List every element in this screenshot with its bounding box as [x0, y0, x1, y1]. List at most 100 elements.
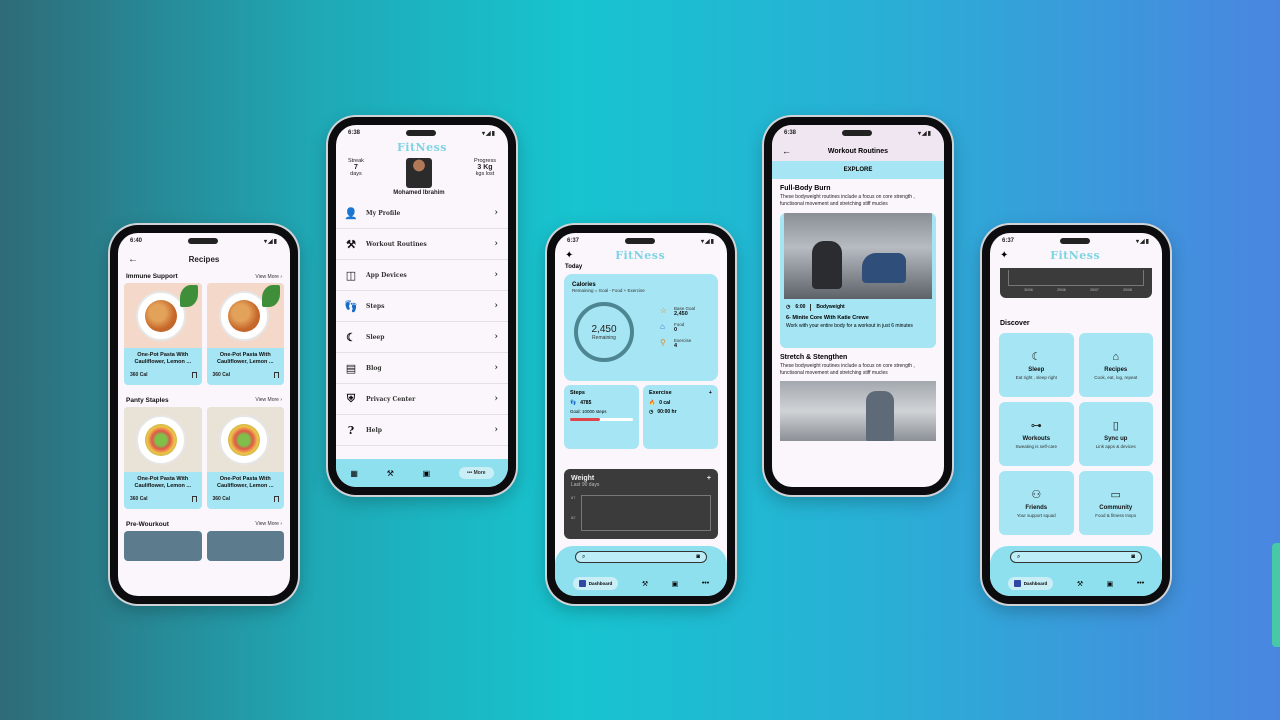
streak-stat: Streak 7 days [348, 158, 364, 177]
profile-screen: 6:38 ▾◢▮ FitNess Streak 7 days Mohamed I… [336, 125, 508, 487]
page-title: Workout Routines [827, 147, 889, 155]
status-bar: 6:40 ▾◢▮ [118, 233, 290, 249]
bookmark-icon[interactable] [274, 495, 279, 502]
weight-subtitle: Last 90 days [571, 482, 600, 488]
app-bar: ← Workout Routines [772, 141, 944, 161]
more-button[interactable]: ••• More [458, 467, 494, 479]
calendar-icon[interactable]: ▣ [423, 469, 431, 478]
bookmark-icon[interactable] [191, 495, 197, 502]
dashboard-icon [578, 580, 586, 587]
recipe-image [124, 530, 202, 561]
menu-item-app-devices[interactable]: ◫ App Devices › [336, 260, 508, 291]
section-description: These bodyweight routines include a focu… [780, 362, 915, 376]
more-icon[interactable]: ••• [1137, 580, 1144, 587]
menu-item-sleep[interactable]: ☾ Sleep › [336, 322, 508, 353]
avatar[interactable] [405, 158, 432, 188]
phone-workout-routines: 6:38 ▾◢▮ ← Workout Routines EXPLORE Full… [764, 117, 952, 495]
dumbbell-icon: ⊶ [1030, 420, 1042, 432]
more-icon[interactable]: ••• [702, 580, 709, 587]
recipe-image [124, 283, 202, 348]
camera-notch [188, 238, 219, 244]
menu-item-workout-routines[interactable]: ⚒ Workout Routines › [336, 229, 508, 260]
app-bar: ← Recipes [118, 249, 290, 269]
profile-center: Mohamed Ibrahim [393, 158, 445, 196]
status-icons: ▾◢▮ [918, 130, 932, 137]
plus-icon[interactable]: + [709, 390, 712, 396]
section-title: Full-Body Burn [780, 185, 831, 192]
steps-card[interactable]: Steps 👣 4785 Goal: 10000 steps [564, 385, 639, 449]
moon-icon: ☾ [346, 330, 356, 344]
phone-recipes: 6:40 ▾◢▮ ← Recipes Immune Support View M… [110, 225, 298, 604]
search-input[interactable]: ⌕ ◙ [1010, 551, 1142, 563]
tile-workouts[interactable]: ⊶ Workouts Sweating is self-care [999, 402, 1074, 466]
chart-tick-label: 30/06 [1024, 288, 1033, 292]
tile-sleep[interactable]: ☾ Sleep Eat right , sleep right [999, 333, 1074, 397]
menu-item-privacy-center[interactable]: ⛨ Privacy Center › [336, 384, 508, 415]
exercise-card[interactable]: Exercise + 🔥 0 cal ◷ 00:00 hr [643, 385, 718, 449]
view-more-link[interactable]: View More › [255, 521, 282, 527]
view-more-link[interactable]: View More › [255, 274, 282, 280]
tile-sync-up[interactable]: ▯ Sync up Link apps & devices [1078, 402, 1153, 466]
app-logo: FitNess [1050, 249, 1101, 262]
recipe-card[interactable]: One-Pot Pasta With Cauliflower, Lemon ..… [206, 283, 284, 385]
nav-dashboard[interactable]: Dashboard [1007, 577, 1054, 590]
workout-image[interactable] [780, 381, 936, 441]
workout-nav-icon[interactable]: ⚒ [387, 469, 394, 478]
tile-community[interactable]: ▭ Community Food & fitness Inspo [1078, 471, 1153, 535]
recipe-card[interactable]: One-Pot Pasta With Cauliflower, Lemon ..… [206, 406, 284, 509]
streak-unit: days [350, 171, 362, 177]
workout-nav-icon[interactable]: ⚒ [1077, 580, 1083, 588]
camera-icon[interactable]: ◙ [696, 554, 700, 560]
menu-item-my-profile[interactable]: 👤 My Profile › [336, 198, 508, 229]
mini-cards-row: Steps 👣 4785 Goal: 10000 steps Exercise + … [564, 385, 718, 449]
menu-item-help[interactable]: ? Help › [336, 415, 508, 446]
bookmark-icon[interactable] [191, 371, 197, 378]
routine-section: Stretch & Stengthen These bodyweight rou… [772, 348, 944, 378]
search-icon: ⌕ [582, 553, 586, 560]
plus-icon[interactable]: + [707, 475, 711, 482]
workout-duration: 6:00 [795, 304, 806, 310]
routine-section: Full-Body Burn These bodyweight routines… [772, 179, 944, 209]
view-more-link[interactable]: View More › [255, 397, 282, 403]
recipe-card[interactable]: One-Pot Pasta With Cauliflower, Lemon ..… [124, 406, 202, 509]
explore-tab[interactable]: EXPLORE [772, 161, 944, 179]
steps-progress-bar [570, 418, 633, 421]
recipe-card[interactable] [124, 530, 202, 561]
calories-card[interactable]: Calories Remaining = Goal - Food + Exerc… [564, 274, 718, 381]
exercise-calories: 0 cal [659, 400, 671, 406]
tile-friends[interactable]: ⚇ Friends Your support squad [999, 471, 1074, 535]
progress-value: 3 Kg [477, 164, 493, 171]
tile-recipes[interactable]: ⌂ Recipes Cook, eat, log, repeat [1078, 333, 1153, 397]
search-icon: ⌕ [1017, 553, 1021, 560]
status-icons: ▾◢▮ [482, 130, 496, 137]
dashboard-icon[interactable]: ▦ [350, 469, 358, 478]
recipe-card[interactable]: One-Pot Pasta With Cauliflower, Lemon ..… [124, 283, 202, 385]
page-title: Recipes [188, 254, 220, 264]
section-title: Pre-Wourkout [126, 520, 169, 528]
status-icons: ▾◢▮ [1136, 238, 1150, 245]
header: ✦ FitNess [555, 249, 727, 262]
workout-nav-icon[interactable]: ⚒ [642, 580, 648, 588]
section-title: Panty Staples [126, 396, 169, 404]
person-icon: 👤 [344, 206, 358, 220]
discover-heading: Discover [1000, 320, 1030, 327]
camera-icon[interactable]: ◙ [1131, 554, 1135, 560]
recipe-card[interactable] [206, 530, 284, 561]
bookmark-icon[interactable] [274, 371, 279, 378]
friends-icon: ⚇ [1031, 489, 1042, 501]
nav-dashboard[interactable]: Dashboard [572, 577, 619, 590]
back-arrow-icon[interactable]: ← [128, 254, 142, 265]
weight-card[interactable]: Weight + Last 90 days 87 82 [564, 469, 718, 539]
workout-icon: ⚒ [346, 237, 356, 251]
menu-item-blog[interactable]: ▤ Blog › [336, 353, 508, 384]
calendar-icon[interactable]: ▣ [672, 580, 679, 588]
search-input[interactable]: ⌕ ◙ [575, 551, 707, 563]
status-time: 6:40 [130, 238, 143, 244]
back-arrow-icon[interactable]: ← [782, 146, 796, 156]
recipe-name: One-Pot Pasta With Cauliflower, Lemon ..… [216, 475, 274, 490]
calendar-icon[interactable]: ▣ [1107, 580, 1114, 588]
workout-card[interactable]: ◷ 6:00 Bodyweight 6- Minite Core With Ka… [780, 212, 936, 348]
menu-item-steps[interactable]: 👣 Steps › [336, 291, 508, 322]
home-icon: ⌂ [1112, 350, 1120, 363]
chat-icon: ▭ [1110, 489, 1121, 501]
